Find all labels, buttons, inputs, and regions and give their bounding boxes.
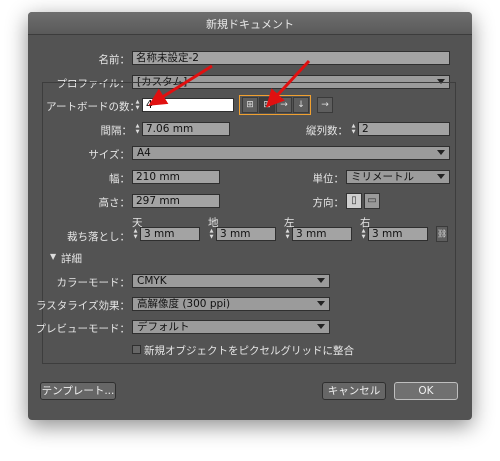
- landscape-orientation-icon[interactable]: ▭: [364, 193, 380, 209]
- color-mode-dropdown[interactable]: CMYK: [132, 274, 330, 288]
- align-pixel-grid-checkbox[interactable]: [132, 345, 141, 354]
- right-to-left-layout-icon[interactable]: →: [317, 97, 333, 113]
- preview-mode-label: プレビューモード：: [35, 323, 131, 335]
- link-bleed-icon[interactable]: ⛓: [436, 226, 448, 242]
- units-dropdown[interactable]: ミリメートル: [346, 170, 450, 184]
- width-label: 幅：: [109, 173, 130, 185]
- preview-mode-dropdown[interactable]: デフォルト: [132, 320, 330, 334]
- name-label: 名前：: [98, 54, 131, 66]
- artboard-count-stepper[interactable]: ▲ ▼: [134, 99, 141, 112]
- chevron-down-icon: [317, 278, 325, 283]
- align-pixel-grid-label: 新規オブジェクトをピクセルグリッドに整合: [144, 345, 354, 357]
- raster-effects-label: ラスタライズ効果：: [36, 300, 130, 312]
- bleed-label: 裁ち落とし：: [67, 231, 130, 243]
- preview-mode-value: デフォルト: [137, 321, 190, 333]
- arrange-by-column-icon[interactable]: ↓: [293, 97, 309, 113]
- chevron-down-icon[interactable]: ▼: [50, 252, 56, 261]
- arrange-by-row-icon[interactable]: →: [276, 97, 292, 113]
- dialog-title: 新規ドキュメント: [206, 18, 294, 31]
- bleed-bottom-stepper[interactable]: ▲ ▼: [208, 228, 215, 241]
- columns-label: 縦列数：: [306, 125, 348, 137]
- artboard-count-label: アートボードの数：: [46, 101, 140, 113]
- bleed-left-stepper[interactable]: ▲ ▼: [284, 228, 291, 241]
- name-input[interactable]: 名称未設定-2: [132, 51, 450, 65]
- spacing-stepper[interactable]: ▲ ▼: [134, 123, 141, 136]
- bleed-right-input[interactable]: 3 mm: [368, 227, 428, 241]
- height-label: 高さ：: [98, 197, 131, 209]
- bleed-bottom-input[interactable]: 3 mm: [216, 227, 276, 241]
- chevron-down-icon: [437, 174, 445, 179]
- chevron-down-icon: [437, 150, 445, 155]
- size-value: A4: [137, 147, 151, 159]
- size-label: サイズ：: [88, 149, 130, 161]
- units-value: ミリメートル: [351, 171, 414, 183]
- cancel-button[interactable]: キャンセル: [322, 382, 386, 400]
- portrait-orientation-icon[interactable]: ▯: [346, 193, 362, 209]
- bleed-top-input[interactable]: 3 mm: [140, 227, 200, 241]
- orientation-label: 方向：: [312, 197, 345, 209]
- columns-stepper[interactable]: ▲ ▼: [350, 123, 357, 136]
- grid-by-row-icon[interactable]: ⊞: [242, 97, 258, 113]
- artboard-count-input[interactable]: 4: [142, 98, 234, 112]
- bleed-left-input[interactable]: 3 mm: [292, 227, 352, 241]
- advanced-label[interactable]: 詳細: [61, 251, 82, 266]
- bleed-top-stepper[interactable]: ▲ ▼: [132, 228, 139, 241]
- dialog-titlebar: 新規ドキュメント: [28, 12, 472, 35]
- columns-input[interactable]: 2: [358, 122, 450, 136]
- color-mode-value: CMYK: [137, 275, 167, 287]
- height-input[interactable]: 297 mm: [132, 194, 220, 208]
- chevron-down-icon: [317, 324, 325, 329]
- units-label: 単位：: [312, 173, 345, 185]
- raster-effects-value: 高解像度 (300 ppi): [137, 298, 231, 310]
- chevron-down-icon: [317, 301, 325, 306]
- bleed-right-stepper[interactable]: ▲ ▼: [360, 228, 367, 241]
- new-document-dialog: 新規ドキュメント 名前： 名称未設定-2 プロファイル： [カスタム] アートボ…: [28, 12, 472, 420]
- width-input[interactable]: 210 mm: [132, 170, 220, 184]
- ok-button[interactable]: OK: [394, 382, 458, 400]
- raster-effects-dropdown[interactable]: 高解像度 (300 ppi): [132, 297, 330, 311]
- spacing-label: 間隔：: [100, 125, 133, 137]
- size-dropdown[interactable]: A4: [132, 146, 450, 160]
- templates-button[interactable]: テンプレート...: [40, 382, 116, 400]
- grid-by-column-icon[interactable]: ⊞: [259, 97, 275, 113]
- color-mode-label: カラーモード：: [56, 277, 131, 289]
- spacing-input[interactable]: 7.06 mm: [142, 122, 230, 136]
